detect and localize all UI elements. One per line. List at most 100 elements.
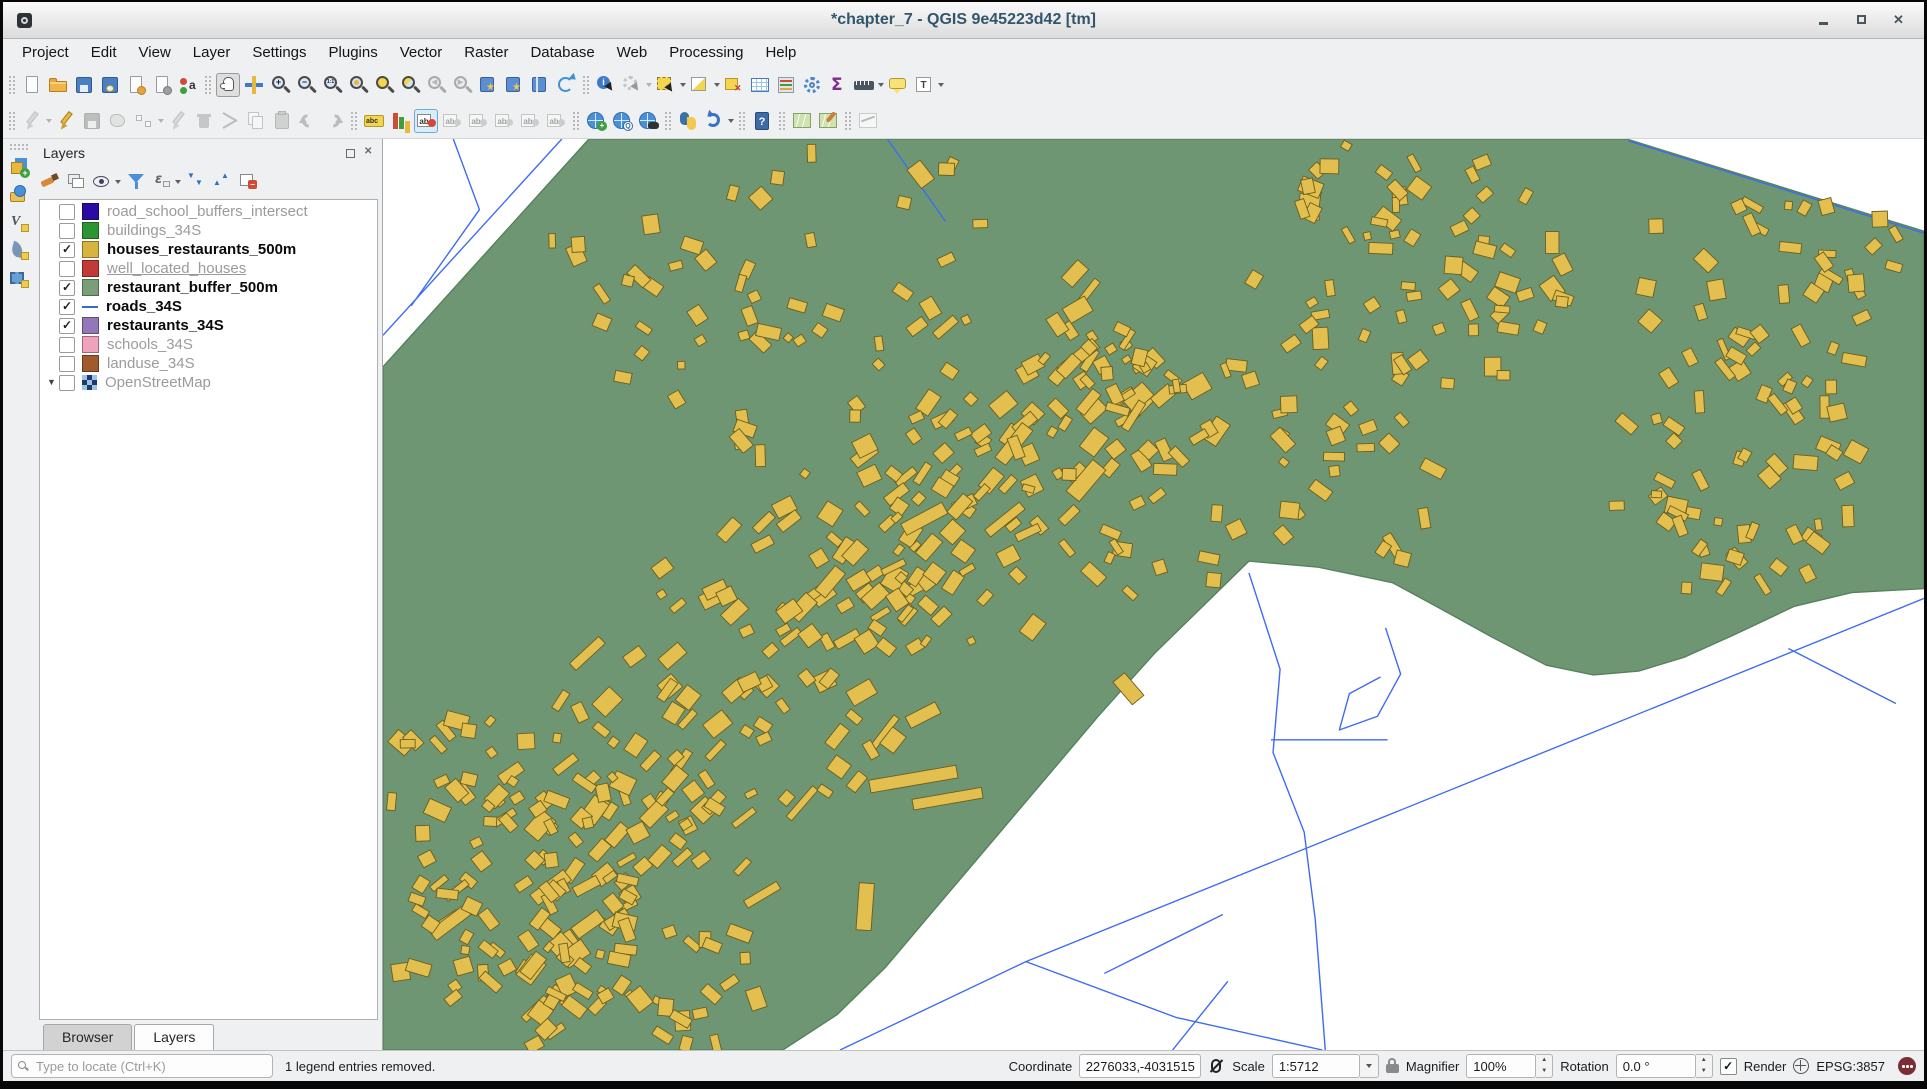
layer-row[interactable]: ✓restaurants_34S	[40, 316, 377, 335]
add-group-button[interactable]	[65, 170, 87, 192]
crs-status[interactable]: EPSG:3857	[1816, 1059, 1885, 1074]
toggle-extents-icon[interactable]	[1208, 1057, 1225, 1075]
metasearch-quick-button[interactable]	[610, 109, 634, 133]
scale-dropdown-button[interactable]	[1360, 1054, 1379, 1078]
scale-combo[interactable]: 1:5712	[1272, 1054, 1360, 1078]
menu-web[interactable]: Web	[606, 40, 659, 65]
rotation-spinner[interactable]: ▲▼	[1696, 1054, 1713, 1078]
lock-scale-icon[interactable]	[1386, 1058, 1399, 1074]
layer-swatch[interactable]	[82, 279, 99, 296]
layer-checkbox[interactable]	[59, 375, 75, 391]
layer-checkbox[interactable]: ✓	[59, 280, 75, 296]
style-manager-button[interactable]	[176, 73, 200, 97]
menu-view[interactable]: View	[128, 40, 182, 65]
save-project-button[interactable]	[72, 73, 96, 97]
toolbar-handle[interactable]	[738, 111, 746, 131]
vertex-tool-button[interactable]	[132, 109, 156, 133]
toolbar-handle[interactable]	[8, 75, 16, 95]
modify-attributes-button[interactable]	[166, 109, 190, 133]
menu-vector[interactable]: Vector	[389, 40, 454, 65]
layer-row[interactable]: ✓roads_34S	[40, 297, 377, 316]
layer-row[interactable]: road_school_buffers_intersect	[40, 202, 377, 221]
new-print-layout-button[interactable]	[124, 73, 148, 97]
filter-legend-button[interactable]	[125, 170, 147, 192]
toolbar-handle[interactable]	[582, 75, 590, 95]
pan-to-selection-button[interactable]	[242, 73, 266, 97]
zoom-to-layer-button[interactable]	[398, 73, 422, 97]
text-annotation-button[interactable]	[912, 73, 936, 97]
rotate-label-button[interactable]	[518, 109, 542, 133]
layer-swatch[interactable]	[82, 317, 99, 334]
highlight-pinned-labels-button[interactable]	[440, 109, 464, 133]
layer-swatch[interactable]	[82, 222, 99, 239]
remove-layer-button[interactable]	[237, 170, 259, 192]
open-attribute-table-button[interactable]	[748, 73, 772, 97]
save-project-as-button[interactable]	[98, 73, 122, 97]
field-calculator-button[interactable]	[774, 73, 798, 97]
pin-labels-button[interactable]	[414, 109, 438, 133]
tab-browser[interactable]: Browser	[43, 1024, 132, 1050]
layer-row[interactable]: ✓restaurant_buffer_500m	[40, 278, 377, 297]
menu-help[interactable]: Help	[754, 40, 807, 65]
layer-swatch[interactable]	[82, 355, 99, 372]
new-shapefile-layer-button[interactable]	[7, 211, 31, 235]
help-contents-button[interactable]	[750, 109, 774, 133]
layer-checkbox[interactable]	[59, 261, 75, 277]
map-svg[interactable]	[383, 139, 1924, 1050]
paste-features-button[interactable]	[270, 109, 294, 133]
toolbar-handle[interactable]	[9, 143, 29, 151]
metasearch-add-button[interactable]	[584, 109, 608, 133]
refresh-map-button[interactable]	[554, 73, 578, 97]
copy-features-button[interactable]	[244, 109, 268, 133]
close-button[interactable]	[1892, 12, 1908, 28]
menu-project[interactable]: Project	[11, 40, 80, 65]
new-scratch-layer-button[interactable]	[7, 239, 31, 263]
pan-map-button[interactable]	[216, 73, 240, 97]
show-layout-manager-button[interactable]	[150, 73, 174, 97]
expand-all-button[interactable]	[185, 170, 207, 192]
layer-checkbox[interactable]	[59, 223, 75, 239]
current-edits-button[interactable]	[20, 109, 44, 133]
layer-row[interactable]: ✓houses_restaurants_500m	[40, 240, 377, 259]
new-project-button[interactable]	[20, 73, 44, 97]
undo-button[interactable]	[296, 109, 320, 133]
menu-raster[interactable]: Raster	[453, 40, 519, 65]
map-tips-button[interactable]	[886, 73, 910, 97]
layer-row[interactable]: well_located_houses	[40, 259, 377, 278]
layer-row[interactable]: schools_34S	[40, 335, 377, 354]
layer-checkbox[interactable]	[59, 356, 75, 372]
zoom-to-selection-button[interactable]	[372, 73, 396, 97]
layer-checkbox[interactable]: ✓	[59, 242, 75, 258]
layer-row[interactable]: landuse_34S	[40, 354, 377, 373]
crs-globe-icon[interactable]	[1793, 1058, 1809, 1074]
menu-edit[interactable]: Edit	[80, 40, 128, 65]
toolbar-handle[interactable]	[572, 111, 580, 131]
show-spatial-bookmarks-button[interactable]	[502, 73, 526, 97]
close-panel-icon[interactable]	[363, 147, 376, 160]
new-virtual-layer-button[interactable]	[7, 267, 31, 291]
locate-bar[interactable]	[11, 1054, 273, 1078]
move-label-button[interactable]	[492, 109, 516, 133]
statistical-summary-button[interactable]	[826, 73, 850, 97]
toolbar-handle[interactable]	[8, 111, 16, 131]
zoom-next-button[interactable]	[450, 73, 474, 97]
layer-swatch[interactable]	[82, 336, 99, 353]
osm-place-search-button[interactable]	[790, 109, 814, 133]
redo-button[interactable]	[322, 109, 346, 133]
manage-map-themes-button[interactable]	[91, 170, 113, 192]
zoom-full-button[interactable]	[346, 73, 370, 97]
bookmark-manager-button[interactable]	[528, 73, 552, 97]
render-checkbox[interactable]: ✓	[1720, 1058, 1737, 1075]
tab-layers[interactable]: Layers	[134, 1024, 214, 1050]
undock-panel-icon[interactable]	[344, 147, 357, 160]
layer-checkbox[interactable]	[59, 337, 75, 353]
new-spatial-bookmark-button[interactable]	[476, 73, 500, 97]
open-layer-styling-button[interactable]	[39, 170, 61, 192]
layer-checkbox[interactable]	[59, 204, 75, 220]
identify-features-button[interactable]	[594, 73, 618, 97]
toolbar-handle[interactable]	[844, 111, 852, 131]
new-geopackage-layer-button[interactable]	[7, 183, 31, 207]
log-messages-button[interactable]	[1898, 1057, 1916, 1075]
save-layer-edits-button[interactable]	[80, 109, 104, 133]
zoom-out-button[interactable]	[294, 73, 318, 97]
